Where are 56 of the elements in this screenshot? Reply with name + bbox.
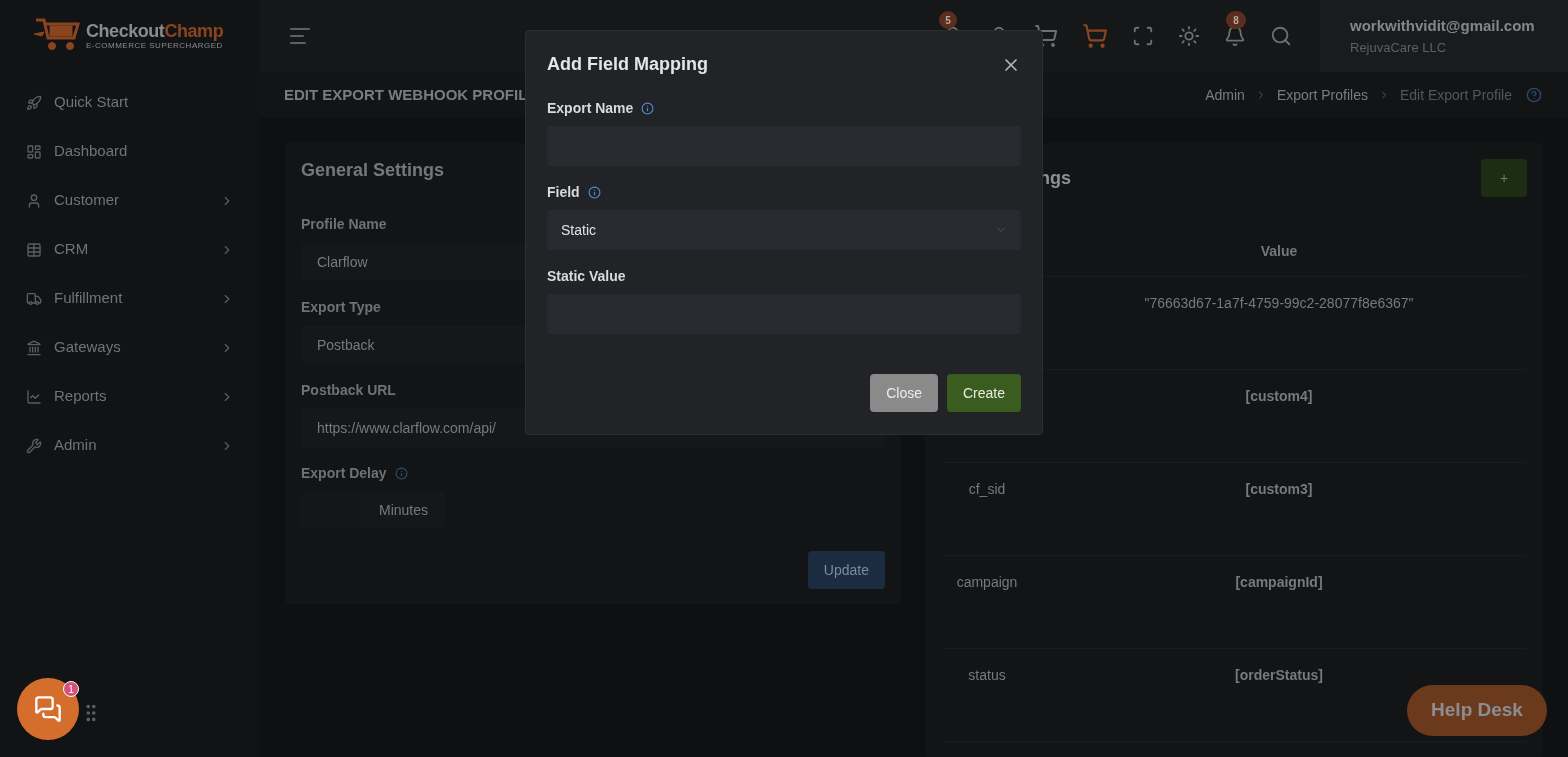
wrench-icon xyxy=(26,437,42,454)
add-button[interactable]: + xyxy=(1481,159,1527,197)
chat-icon xyxy=(34,695,62,723)
create-button[interactable]: Create xyxy=(946,374,1021,412)
breadcrumb-link[interactable]: Admin xyxy=(1205,84,1245,106)
rocket-icon xyxy=(26,94,42,111)
select-field[interactable]: Static xyxy=(547,210,1021,250)
field-label: Export Delay xyxy=(301,464,387,483)
sidebar-item[interactable]: Gateways xyxy=(0,323,260,372)
logo-tagline: E-COMMERCE SUPERCHARGED xyxy=(86,42,224,50)
sidebar-item[interactable]: Admin xyxy=(0,421,260,470)
truck-icon xyxy=(26,290,42,307)
user-panel[interactable]: workwithvidit@gmail.com RejuvaCare LLC xyxy=(1320,0,1568,72)
bell-icon[interactable] xyxy=(1224,25,1246,47)
card-title: General Settings xyxy=(301,159,446,182)
field-label: Export Name xyxy=(547,99,634,118)
modal-title: Add Field Mapping xyxy=(547,53,708,76)
sidebar-item[interactable]: Customer xyxy=(0,176,260,225)
chart-icon xyxy=(26,388,42,405)
sun-icon[interactable] xyxy=(1178,25,1200,47)
table-cell-text: campaign xyxy=(956,573,1018,592)
table-cell-text: status xyxy=(968,666,1006,685)
close-button[interactable]: Close xyxy=(870,374,938,412)
notification-badge: 8 xyxy=(1226,11,1246,29)
table-icon xyxy=(26,241,42,258)
page-title: EDIT EXPORT WEBHOOK PROFIL xyxy=(284,84,528,105)
sidebar-item[interactable]: Fulfillment xyxy=(0,274,260,323)
sidebar-item[interactable]: Dashboard xyxy=(0,127,260,176)
dashboard-icon xyxy=(26,143,42,160)
cart-icon[interactable] xyxy=(1082,23,1108,49)
column-header: Value xyxy=(1259,242,1299,261)
logo-text: CheckoutChamp xyxy=(86,22,224,40)
sidebar-item[interactable]: Reports xyxy=(0,372,260,421)
table-cell-text: [campaignId] xyxy=(1235,573,1323,592)
bank-icon xyxy=(26,339,42,356)
user-icon xyxy=(26,192,42,209)
notification-badge: 5 xyxy=(939,11,957,29)
field-label: Static Value xyxy=(547,267,626,286)
table-cell-text: cf_sid xyxy=(968,480,1006,499)
sidebar-item[interactable]: CRM xyxy=(0,225,260,274)
table-cell-text: [orderStatus] xyxy=(1235,666,1323,685)
help-icon[interactable] xyxy=(1526,87,1542,103)
table-cell-text: [custom3] xyxy=(1245,480,1313,499)
breadcrumb-link[interactable]: Export Profiles xyxy=(1276,84,1368,106)
field-label: Postback URL xyxy=(301,381,396,400)
help-desk-button[interactable]: Help Desk xyxy=(1407,685,1547,736)
search-icon[interactable] xyxy=(1270,25,1292,47)
fullscreen-icon[interactable] xyxy=(1132,25,1154,47)
field-label: Profile Name xyxy=(301,215,387,234)
table-cell-text: [custom4] xyxy=(1245,387,1313,406)
field-label: Field xyxy=(547,183,580,202)
update-button[interactable]: Update xyxy=(807,551,885,589)
delay-field[interactable]: Minutes xyxy=(301,492,446,529)
sidebar-item[interactable]: Quick Start xyxy=(0,78,260,127)
table-cell-text: "76663d67-1a7f-4759-99c2-28077f8e6367" xyxy=(1144,294,1414,313)
field-label: Export Type xyxy=(301,298,381,317)
